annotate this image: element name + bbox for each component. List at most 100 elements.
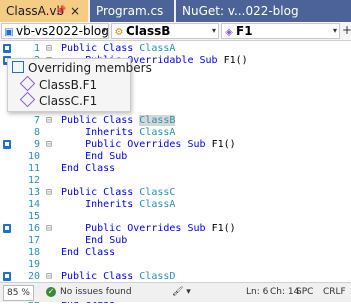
project-dropdown[interactable]: ▣ vb-vs2022-blog ▾ — [1, 23, 109, 39]
fold-toggle-icon[interactable]: ⊟ — [44, 187, 54, 199]
line-ending-indicator[interactable]: CRLF — [323, 283, 346, 301]
override-glyph-icon[interactable] — [3, 224, 11, 233]
override-glyph-icon[interactable] — [3, 44, 11, 53]
line-number: 7 — [33, 115, 40, 126]
code-token: Public — [85, 223, 128, 234]
popup-item-label: ClassC.F1 — [39, 94, 98, 108]
line-number: 10 — [27, 151, 40, 162]
code-text: End Class — [61, 247, 115, 259]
zoom-dropdown[interactable]: 85 % — [3, 285, 34, 301]
code-token: Overrides — [127, 223, 188, 234]
code-token: Class — [103, 43, 140, 54]
tab-program-cs[interactable]: Program.cs — [90, 0, 174, 22]
code-token: Sub — [187, 223, 212, 234]
code-text: Public Overrides Sub F1() — [61, 139, 236, 151]
fold-toggle-icon[interactable]: ⊟ — [44, 115, 54, 127]
override-icon — [12, 61, 24, 73]
class-name: ClassB — [126, 24, 171, 38]
popup-item-label: ClassB.F1 — [39, 78, 98, 92]
override-glyph-icon[interactable] — [3, 140, 11, 149]
line-number: 16 — [27, 223, 40, 234]
code-token: Inherits — [85, 127, 140, 138]
code-token: Public — [61, 271, 104, 282]
code-text: End Sub — [61, 235, 127, 247]
code-token: End — [61, 163, 86, 174]
code-token: ClassD — [139, 271, 176, 282]
tab-label: Program.cs — [96, 4, 164, 18]
code-text: Public Class ClassA — [61, 43, 175, 55]
whitespace-indicator[interactable]: SPC — [296, 283, 313, 301]
code-token: ClassC — [139, 187, 176, 198]
line-number: 9 — [33, 139, 40, 150]
fold-toggle-icon[interactable]: ⊟ — [44, 223, 54, 235]
navigation-bar: ▣ vb-vs2022-blog ▾ ⚙ ClassB ▾ ◈ F1 ▾ + — [0, 22, 351, 41]
member-dropdown[interactable]: ◈ F1 ▾ — [221, 23, 340, 39]
method-icon — [19, 75, 36, 92]
code-text: End Class — [61, 163, 115, 175]
popup-item-classb-f1[interactable]: ClassB.F1 — [19, 75, 98, 92]
code-token: Class — [103, 271, 140, 282]
member-icon: ◈ — [225, 27, 233, 38]
code-line[interactable]: 7 ⊟ Public Class ClassB — [0, 115, 351, 127]
code-token: End — [85, 235, 110, 246]
popup-title: Overriding members — [12, 61, 152, 75]
code-token: Sub — [109, 151, 128, 162]
class-dropdown[interactable]: ⚙ ClassB ▾ — [111, 23, 219, 39]
fold-toggle-icon[interactable]: ⊟ — [44, 139, 54, 151]
method-icon — [19, 91, 36, 108]
code-token: Class — [85, 247, 116, 258]
status-bar: 85 % ✓ No issues found 🖌 ▾ Ln: 6 Ch: 14 … — [0, 282, 351, 302]
code-token: Class — [85, 163, 116, 174]
code-text: Public Class ClassC — [61, 187, 175, 199]
split-add-icon[interactable]: + — [342, 23, 351, 37]
class-icon: ⚙ — [114, 27, 124, 38]
line-number: 18 — [27, 247, 40, 258]
code-line[interactable]: 1 ⊟ Public Class ClassA — [0, 43, 351, 55]
code-line[interactable]: 16 ⊟ Public Overrides Sub F1() — [0, 223, 351, 235]
code-token: Sub — [109, 235, 128, 246]
code-token: End — [85, 151, 110, 162]
tab-label: NuGet: v...022-blog — [182, 4, 299, 18]
code-token: Public — [85, 139, 128, 150]
code-token: Public — [61, 187, 104, 198]
code-line[interactable]: 15 — [0, 211, 351, 223]
code-cleanup-button[interactable]: 🖌 ▾ — [172, 283, 191, 301]
code-text: Inherits ClassA — [61, 127, 175, 139]
code-line[interactable]: 9 ⊟ Public Overrides Sub F1() — [0, 139, 351, 151]
line-indicator: Ln: 6 — [246, 287, 269, 297]
tab-nuget[interactable]: NuGet: v...022-blog — [176, 0, 351, 22]
line-number: 17 — [27, 235, 40, 246]
fold-toggle-icon[interactable]: ⊟ — [44, 43, 54, 55]
code-token: ClassA — [139, 43, 176, 54]
chevron-down-icon: ▾ — [101, 26, 106, 35]
close-icon[interactable]: × — [70, 0, 80, 22]
line-number: 12 — [27, 175, 40, 186]
code-line[interactable]: 14 Inherits ClassA — [0, 199, 351, 211]
issues-status[interactable]: No issues found — [60, 283, 132, 301]
code-line[interactable]: 10 End Sub — [0, 151, 351, 163]
char-indicator: Ch: 14 — [270, 287, 300, 297]
line-number: 1 — [33, 43, 40, 54]
code-text: End Sub — [61, 151, 127, 163]
code-text: Public Overrides Sub F1() — [61, 223, 236, 235]
project-name: vb-vs2022-blog — [16, 24, 109, 38]
tab-classa-vb[interactable]: ClassA.vb 📌 × — [0, 0, 88, 22]
pin-icon[interactable]: 📌 — [55, 0, 66, 22]
code-line[interactable]: 18 End Class — [0, 247, 351, 259]
code-line[interactable]: 13 ⊟ Public Class ClassC — [0, 187, 351, 199]
code-line[interactable]: 12 — [0, 175, 351, 187]
code-line[interactable]: 19 — [0, 259, 351, 271]
code-token: Sub — [187, 139, 212, 150]
code-line[interactable]: 11 End Class — [0, 163, 351, 175]
code-token: Public — [61, 115, 104, 126]
code-line[interactable]: 8 Inherits ClassA — [0, 127, 351, 139]
code-line[interactable]: 17 End Sub — [0, 235, 351, 247]
popup-title-text: Overriding members — [28, 61, 152, 75]
override-glyph-icon[interactable] — [3, 272, 11, 281]
vb-project-icon: ▣ — [4, 27, 14, 38]
popup-item-classc-f1[interactable]: ClassC.F1 — [19, 91, 98, 108]
